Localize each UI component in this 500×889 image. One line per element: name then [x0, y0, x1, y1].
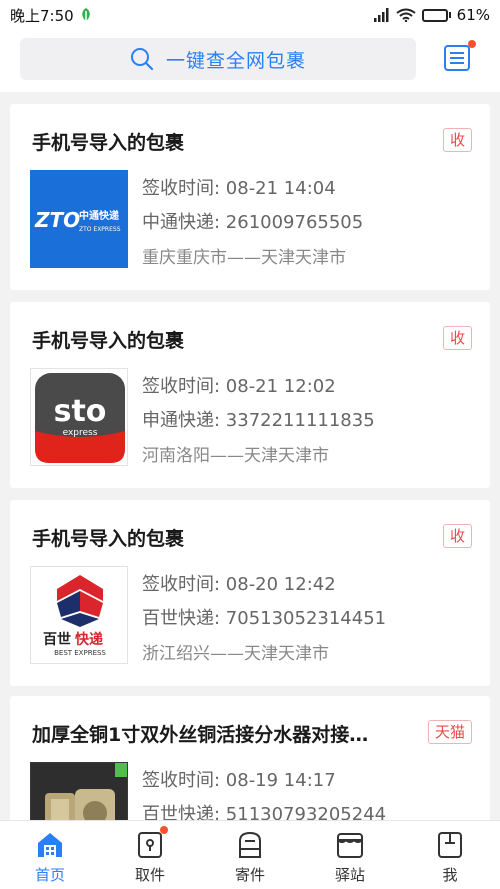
package-title: 手机号导入的包裹 — [32, 528, 185, 550]
message-list-button[interactable] — [442, 40, 476, 74]
route: 河南洛阳——天津天津市 — [142, 446, 329, 466]
search-bar[interactable]: 一键查全网包裹 — [20, 38, 416, 80]
signed-time: 签收时间: 08-20 12:42 — [142, 574, 336, 595]
signal-icon — [373, 8, 389, 22]
pickup-icon — [138, 832, 162, 858]
zto-logo: ZTO 中通快递 ZTO EXPRESS — [30, 170, 128, 268]
tab-send-label: 寄件 — [234, 866, 265, 884]
search-placeholder: 一键查全网包裹 — [165, 49, 306, 72]
package-card[interactable]: 手机号导入的包裹 收 ZTO 中通快递 ZTO EXPRESS 签收时间: 08… — [10, 104, 490, 290]
zto-logo-en: ZTO EXPRESS — [79, 226, 121, 233]
tab-station-label: 驿站 — [334, 866, 365, 884]
best-logo-cn-b: 快递 — [75, 631, 103, 648]
courier-number: 申通快递: 3372211111835 — [142, 410, 375, 431]
package-card[interactable]: 手机号导入的包裹 收 百世 快递 BEST EXPRESS 签收时间: 08-2… — [10, 500, 490, 686]
package-title: 加厚全铜1寸双外丝铜活接分水器对接… — [32, 724, 369, 746]
battery-percent: 61% — [456, 6, 490, 24]
zto-logo-cn: 中通快递 — [79, 209, 119, 222]
tab-profile[interactable]: 我 — [400, 821, 500, 889]
product-thumbnail — [30, 762, 128, 820]
best-logo-cn-a: 百世 — [43, 631, 71, 648]
bottom-tab-bar: 首页 取件 寄件 驿站 我 — [0, 820, 500, 889]
route: 重庆重庆市——天津天津市 — [142, 248, 346, 268]
tmall-badge: 天猫 — [427, 720, 472, 744]
courier-number: 百世快递: 70513052314451 — [142, 608, 387, 629]
courier-number: 百世快递: 51130793205244 — [142, 804, 387, 820]
send-icon — [239, 831, 261, 858]
header: 一键查全网包裹 — [0, 30, 500, 92]
profile-icon — [438, 832, 462, 858]
status-badge: 收 — [442, 326, 472, 350]
package-title: 手机号导入的包裹 — [32, 132, 185, 154]
best-logo-en: BEST EXPRESS — [54, 649, 106, 657]
tab-station[interactable]: 驿站 — [300, 821, 400, 889]
notification-dot — [160, 826, 168, 834]
leaf-icon — [81, 8, 90, 21]
sto-logo-sub: express — [63, 428, 98, 438]
status-time: 晚上7:50 — [10, 6, 74, 25]
courier-number: 中通快递: 261009765505 — [142, 212, 364, 233]
package-card[interactable]: 手机号导入的包裹 收 sto express 签收时间: 08-21 12:02… — [10, 302, 490, 488]
sto-logo: sto express — [30, 368, 128, 466]
signed-time: 签收时间: 08-19 14:17 — [142, 770, 336, 791]
tab-pickup-label: 取件 — [134, 866, 165, 884]
search-icon — [130, 48, 154, 71]
package-title: 手机号导入的包裹 — [32, 330, 185, 352]
signed-time: 签收时间: 08-21 12:02 — [142, 376, 336, 397]
svg-text:ZTO: ZTO — [34, 208, 80, 232]
tab-home[interactable]: 首页 — [0, 821, 100, 889]
package-card[interactable]: 加厚全铜1寸双外丝铜活接分水器对接… 天猫 签收时间: 08-19 14:17 … — [10, 696, 490, 820]
route: 浙江绍兴——天津天津市 — [142, 644, 329, 664]
notification-dot — [468, 40, 476, 48]
sto-logo-text: sto — [54, 394, 107, 429]
package-list: 手机号导入的包裹 收 ZTO 中通快递 ZTO EXPRESS 签收时间: 08… — [0, 92, 500, 820]
tab-profile-label: 我 — [442, 866, 458, 884]
status-badge: 收 — [442, 524, 472, 548]
tab-pickup[interactable]: 取件 — [100, 821, 200, 889]
tab-send[interactable]: 寄件 — [200, 821, 300, 889]
wifi-icon — [396, 8, 416, 22]
signed-time: 签收时间: 08-21 14:04 — [142, 178, 336, 199]
station-icon — [337, 833, 363, 858]
status-badge: 收 — [442, 128, 472, 152]
home-icon — [38, 833, 62, 857]
tab-home-label: 首页 — [34, 866, 65, 884]
status-bar: 晚上7:50 61% — [0, 0, 500, 30]
battery-icon — [421, 8, 451, 22]
best-express-logo: 百世 快递 BEST EXPRESS — [30, 566, 128, 664]
